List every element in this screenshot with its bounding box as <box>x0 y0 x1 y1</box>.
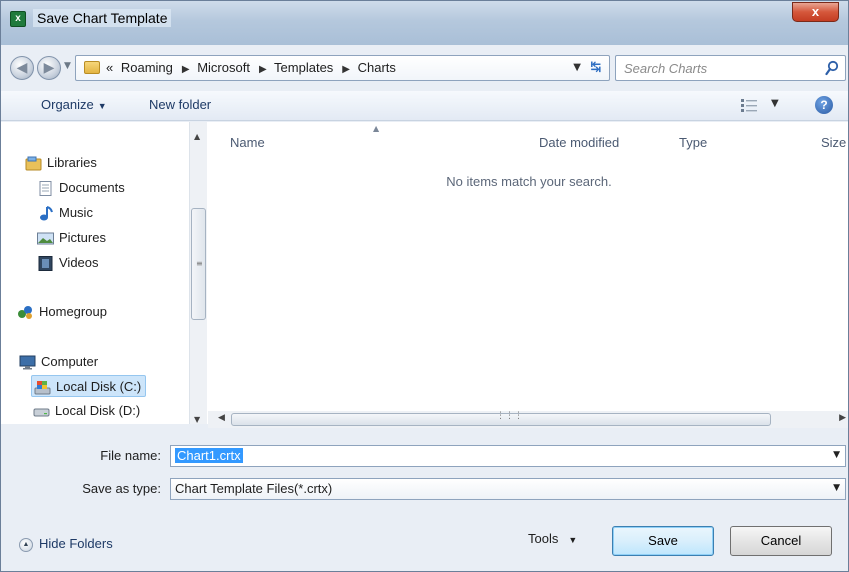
breadcrumb-charts[interactable]: Charts <box>358 60 396 75</box>
nav-item-label: Documents <box>59 180 125 195</box>
search-input[interactable] <box>622 58 812 78</box>
nav-item-label: Pictures <box>59 230 106 245</box>
excel-app-icon: x <box>10 11 26 27</box>
scroll-right-icon[interactable]: ▶ <box>839 413 846 423</box>
empty-folder-message: No items match your search. <box>446 174 612 189</box>
cancel-button[interactable]: Cancel <box>730 526 832 556</box>
back-arrow-icon: ◀ <box>16 60 28 76</box>
title-bar[interactable]: x Save Chart Template x <box>1 1 848 45</box>
music-icon <box>40 206 53 221</box>
homegroup-icon <box>18 306 32 320</box>
command-bar: Organize ▼ New folder ▼ ? <box>1 91 848 121</box>
tools-button[interactable]: Tools ▼ <box>528 531 577 546</box>
view-options-dropdown[interactable]: ▼ <box>771 98 779 109</box>
chevron-down-icon[interactable]: ▼ <box>833 450 840 460</box>
computer-icon <box>19 355 36 370</box>
scroll-left-icon[interactable]: ◀ <box>218 413 225 423</box>
hide-folders-label: Hide Folders <box>39 536 113 551</box>
chevron-down-icon: ▼ <box>97 101 107 111</box>
help-icon[interactable]: ? <box>815 96 833 114</box>
address-bar[interactable]: « Roaming ▶ Microsoft ▶ Templates ▶ Charts … <box>75 55 610 81</box>
nav-item-label: Videos <box>59 255 99 270</box>
collapse-up-icon: ▲ <box>19 537 33 552</box>
nav-item-documents[interactable]: Documents <box>37 177 125 199</box>
nav-item-local-disk-d[interactable]: Local Disk (D:) <box>33 400 140 422</box>
nav-item-label: Local Disk (C:) <box>56 379 142 394</box>
scroll-up-icon[interactable]: ▲ <box>194 132 200 141</box>
sort-caret-icon: ▲ <box>373 124 380 133</box>
videos-icon <box>38 256 53 272</box>
breadcrumb-templates[interactable]: Templates <box>274 60 333 75</box>
navigation-row: ◀ ▶ ▼ « Roaming ▶ Microsoft ▶ Templates ▶ C… <box>1 51 848 85</box>
nav-item-libraries[interactable]: Libraries <box>25 152 97 174</box>
column-header-date-modified[interactable]: Date modified <box>539 135 619 150</box>
file-name-label: File name: <box>100 448 161 463</box>
column-header-size[interactable]: Size <box>821 135 846 150</box>
search-icon[interactable] <box>825 60 839 76</box>
back-button[interactable]: ◀ <box>10 56 34 80</box>
libraries-icon <box>25 156 42 171</box>
nav-item-music[interactable]: Music <box>37 202 93 224</box>
folder-icon <box>84 61 100 74</box>
search-box <box>615 55 846 81</box>
drive-icon <box>33 408 50 417</box>
nav-item-label: Local Disk (D:) <box>55 403 141 418</box>
nav-item-label: Computer <box>41 354 99 369</box>
file-list[interactable]: Name ▲ Date modified Type Size No items … <box>208 122 848 424</box>
grip-icon: ⋮⋮⋮ <box>496 411 523 421</box>
forward-arrow-icon: ▶ <box>43 60 55 76</box>
documents-icon <box>39 181 52 197</box>
navigation-pane: Libraries Documents Music Pictures Video… <box>1 122 208 424</box>
chevron-right-icon[interactable]: ▶ <box>182 64 190 75</box>
nav-item-homegroup[interactable]: Homegroup <box>17 301 107 323</box>
save-chart-template-dialog: x Save Chart Template x ◀ ▶ ▼ « Roaming ▶… <box>0 0 849 572</box>
nav-item-label: Homegroup <box>39 304 107 319</box>
close-button[interactable]: x <box>792 2 839 22</box>
save-as-type-select[interactable]: Chart Template Files(*.crtx) ▼ <box>170 478 846 500</box>
save-button[interactable]: Save <box>612 526 714 556</box>
nav-item-label: Music <box>59 205 93 220</box>
scroll-down-icon[interactable]: ▼ <box>194 415 200 424</box>
refresh-icon: ↹ <box>590 60 602 75</box>
chevron-right-icon[interactable]: ▶ <box>342 64 350 75</box>
hide-folders-button[interactable]: ▲ Hide Folders <box>19 536 113 552</box>
nav-item-computer[interactable]: Computer <box>19 351 98 373</box>
address-history-dropdown[interactable]: ▼ <box>573 62 581 73</box>
nav-item-local-disk-c[interactable]: Local Disk (C:) <box>31 375 147 397</box>
local-disk-icon <box>34 381 51 395</box>
file-list-horizontal-scrollbar[interactable]: ◀ ⋮⋮⋮ ▶ <box>208 411 848 428</box>
save-as-type-value: Chart Template Files(*.crtx) <box>175 481 333 496</box>
column-header-name[interactable]: Name <box>230 135 265 150</box>
tools-label: Tools <box>528 531 559 546</box>
new-folder-button[interactable]: New folder <box>149 97 211 112</box>
nav-item-pictures[interactable]: Pictures <box>37 227 106 249</box>
pictures-icon <box>37 232 54 245</box>
file-name-value: Chart1.crtx <box>175 448 243 463</box>
breadcrumb-microsoft[interactable]: Microsoft <box>197 60 250 75</box>
organize-button[interactable]: Organize ▼ <box>41 97 107 112</box>
nav-item-label: Libraries <box>47 155 97 170</box>
breadcrumb-roaming[interactable]: Roaming <box>121 60 173 75</box>
chevron-right-icon[interactable]: ▶ <box>259 64 267 75</box>
chevron-down-icon: ▼ <box>568 535 578 545</box>
breadcrumb-overflow[interactable]: « <box>106 60 113 75</box>
navigation-pane-scrollbar[interactable]: ▲ ≡ <box>189 122 207 424</box>
grip-icon: ≡ <box>196 259 203 268</box>
save-as-type-label: Save as type: <box>82 481 161 496</box>
organize-label: Organize <box>41 97 94 112</box>
forward-button[interactable]: ▶ <box>37 56 61 80</box>
nav-item-videos[interactable]: Videos <box>37 252 99 274</box>
scrollbar-thumb[interactable]: ≡ <box>191 208 206 320</box>
scrollbar-thumb[interactable]: ⋮⋮⋮ <box>231 411 771 426</box>
chevron-down-icon[interactable]: ▼ <box>833 483 840 493</box>
window-title: Save Chart Template <box>33 9 172 27</box>
file-name-field[interactable]: Chart1.crtx ▼ <box>170 445 846 467</box>
column-header-label: Name <box>230 135 265 150</box>
recent-pages-dropdown[interactable]: ▼ <box>64 61 71 71</box>
change-view-button[interactable] <box>741 99 757 112</box>
refresh-button[interactable]: ↹ <box>586 59 606 77</box>
column-header-type[interactable]: Type <box>679 135 707 150</box>
breadcrumb: « Roaming ▶ Microsoft ▶ Templates ▶ Charts <box>106 60 400 75</box>
